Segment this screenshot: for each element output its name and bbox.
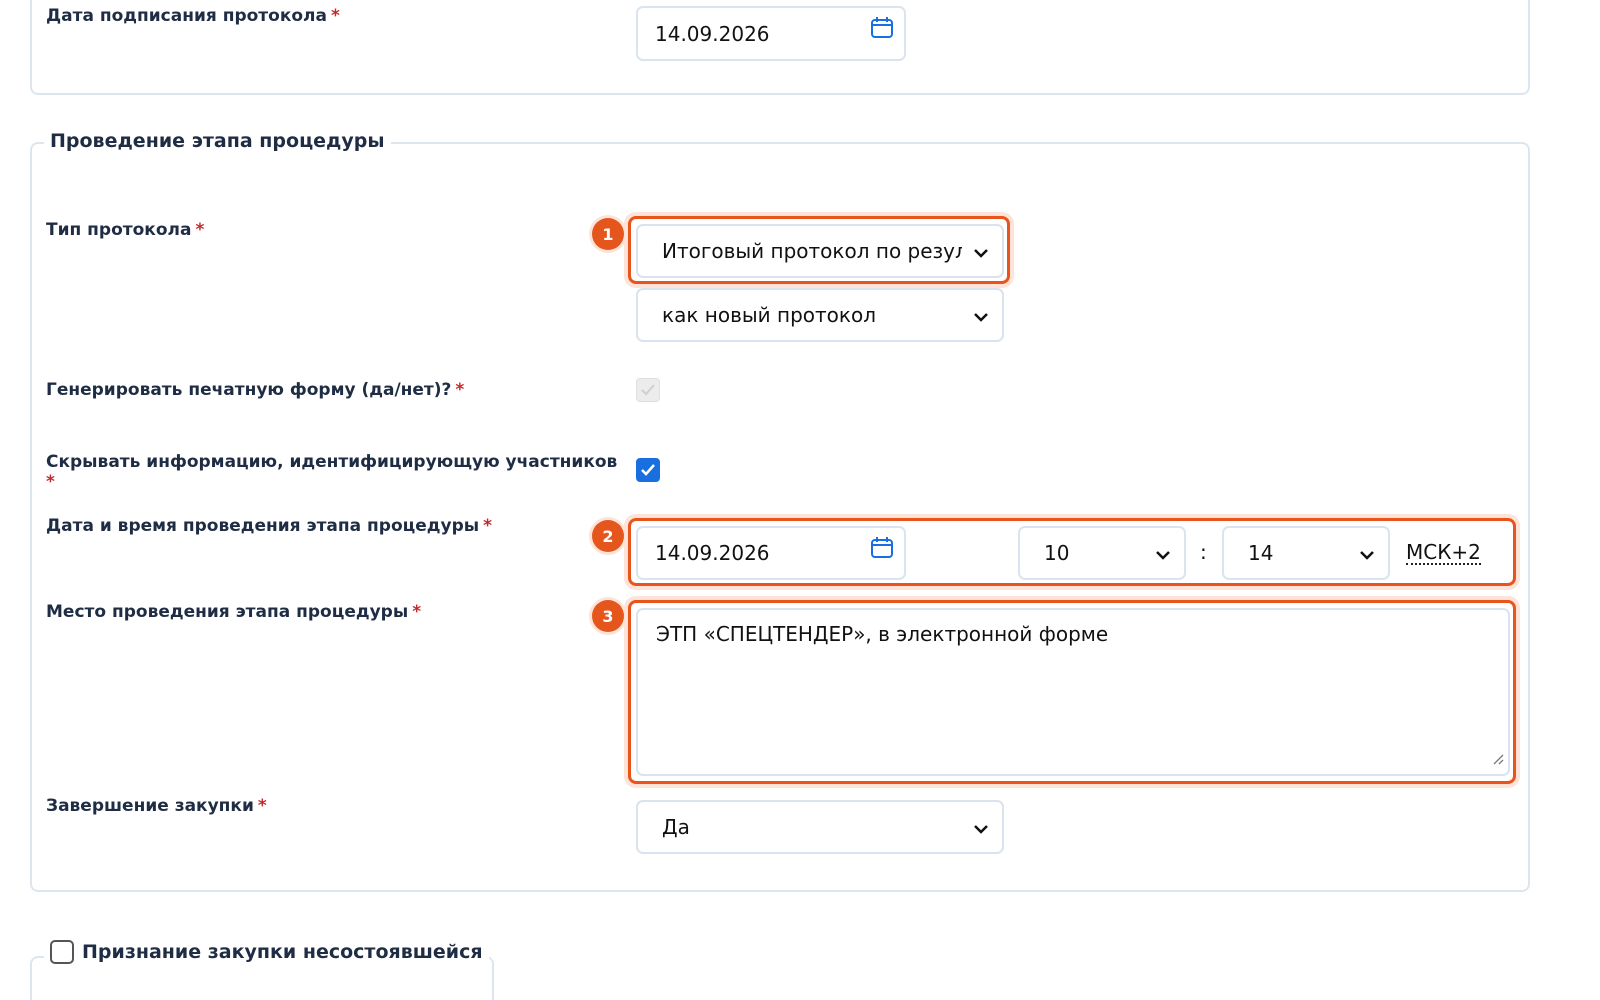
hour-value: 10 [1044,541,1070,565]
failed-legend: Признание закупки несостоявшейся [44,940,489,964]
failed-checkbox[interactable] [50,940,74,964]
chevron-down-icon [974,303,988,327]
hide-info-label: Скрывать информацию, идентифицирующую уч… [46,452,618,492]
marker-2: 2 [592,520,624,552]
minute-value: 14 [1248,541,1274,565]
protocol-type-select[interactable]: Итоговый протокол по результ [636,224,1004,278]
protocol-type-value: Итоговый протокол по результ [662,239,962,263]
completion-select[interactable]: Да [636,800,1004,854]
timezone-label[interactable]: МСК+2 [1406,541,1481,565]
hide-info-checkbox[interactable] [636,458,660,482]
chevron-down-icon [974,239,988,263]
print-form-label: Генерировать печатную форму (да/нет)? * [46,380,465,400]
check-icon [641,384,655,396]
hour-select[interactable]: 10 [1018,526,1186,580]
print-form-checkbox[interactable] [636,378,660,402]
time-separator: : [1200,540,1207,564]
place-value: ЭТП «СПЕЦТЕНДЕР», в электронной форме [656,622,1109,646]
failed-legend-text: Признание закупки несостоявшейся [82,941,483,963]
signing-date-input[interactable]: 14.09.2026 [636,6,906,61]
stage-legend: Проведение этапа процедуры [44,130,391,152]
protocol-mode-select[interactable]: как новый протокол [636,288,1004,342]
signing-date-label: Дата подписания протокола * [46,6,340,26]
chevron-down-icon [974,815,988,839]
marker-1: 1 [592,218,624,250]
marker-3: 3 [592,600,624,632]
completion-label: Завершение закупки * [46,796,267,816]
protocol-type-label: Тип протокола * [46,220,205,240]
calendar-icon[interactable] [870,16,894,45]
datetime-label: Дата и время проведения этапа процедуры * [46,516,493,536]
protocol-mode-value: как новый протокол [662,303,877,327]
chevron-down-icon [1360,541,1374,565]
signing-date-value: 14.09.2026 [655,21,770,46]
minute-select[interactable]: 14 [1222,526,1390,580]
chevron-down-icon [1156,541,1170,565]
resize-handle-icon[interactable] [1492,746,1504,770]
datetime-date-input[interactable]: 14.09.2026 [636,526,906,580]
place-label: Место проведения этапа процедуры * [46,602,422,622]
check-icon [641,464,655,476]
calendar-icon[interactable] [870,536,894,565]
place-textarea[interactable]: ЭТП «СПЕЦТЕНДЕР», в электронной форме [636,608,1510,776]
completion-value: Да [662,815,690,839]
datetime-date-value: 14.09.2026 [655,541,770,565]
